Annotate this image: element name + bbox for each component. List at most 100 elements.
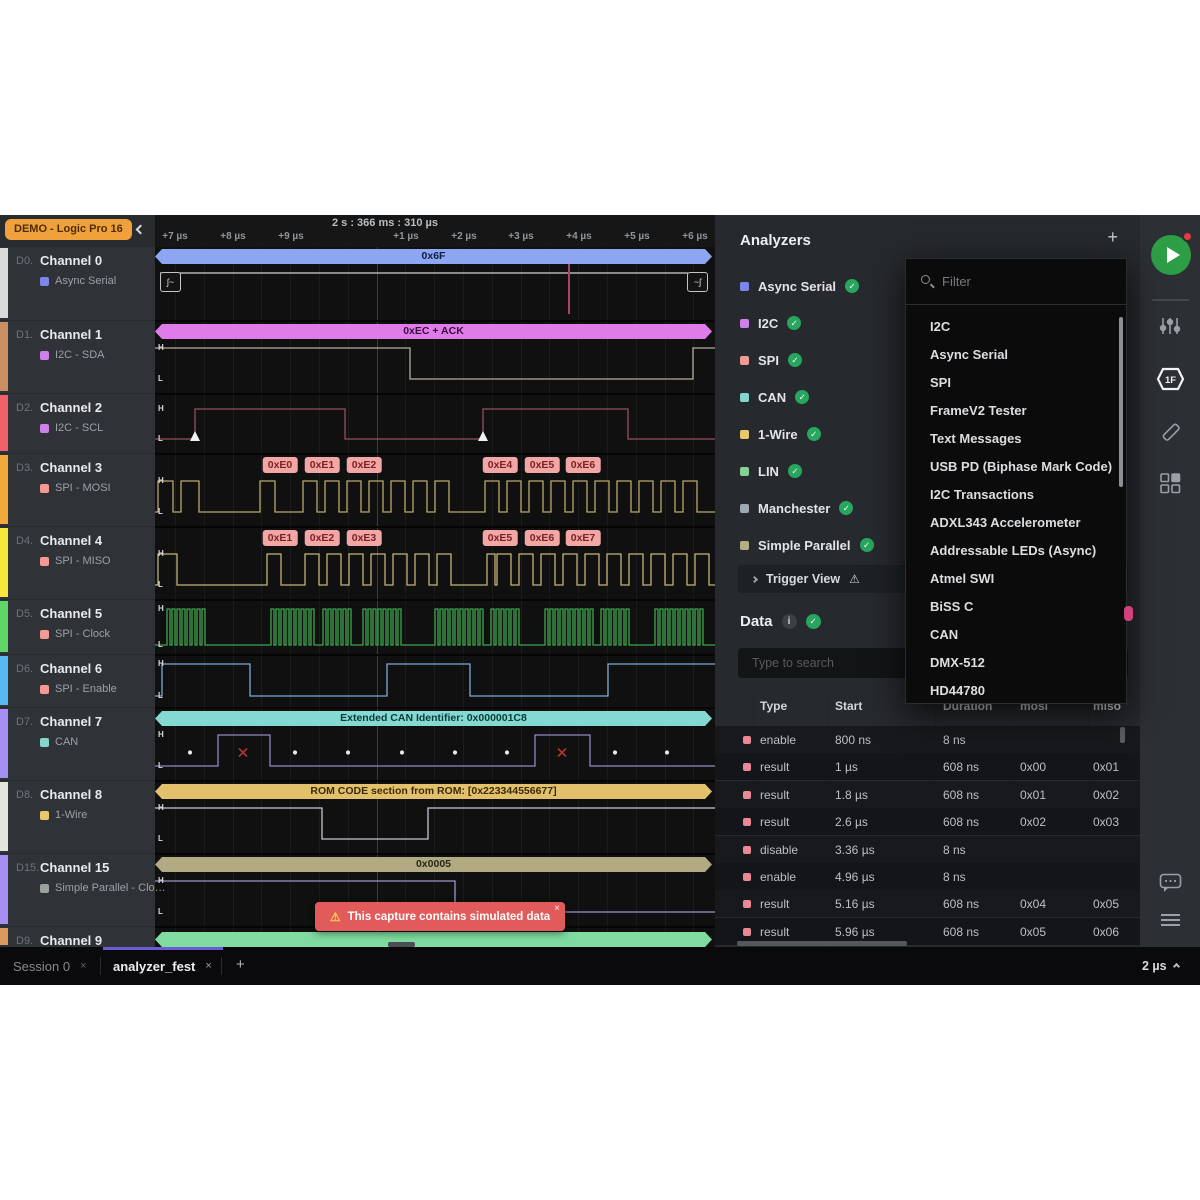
channel-sidebar-row-D8[interactable]: D8.Channel 81-Wire: [0, 780, 155, 853]
dropdown-item-framev2-tester[interactable]: FrameV2 Tester: [906, 397, 1121, 425]
dropdown-item-hd44780[interactable]: HD44780: [906, 677, 1121, 705]
add-analyzer-button[interactable]: +: [1107, 228, 1118, 246]
dropdown-item-async-serial[interactable]: Async Serial: [906, 341, 1121, 369]
channel-sidebar-row-D4[interactable]: D4.Channel 4SPI - MISO: [0, 526, 155, 599]
timeline-ruler[interactable]: 2 s : 366 ms : 310 µs +7 µs+8 µs+9 µs+1 …: [155, 215, 715, 247]
channel-track-D3[interactable]: 0xE00xE10xE20xE40xE50xE6HL: [155, 453, 715, 526]
channel-sidebar-row-D5[interactable]: D5.Channel 5SPI - Clock: [0, 599, 155, 654]
column-header-type[interactable]: Type: [760, 699, 787, 713]
tab-label: Session 0: [13, 959, 70, 974]
channel-track-D7[interactable]: Extended CAN Identifier: 0x000001C8HL: [155, 707, 715, 780]
new-tab-button[interactable]: +: [236, 956, 245, 973]
channel-sidebar-row-D1[interactable]: D1.Channel 1I2C - SDA: [0, 320, 155, 393]
toast-close-icon[interactable]: ×: [554, 903, 560, 914]
waveform-hscroll-thumb[interactable]: [388, 942, 415, 947]
byte-bubble[interactable]: 0xE4: [483, 457, 518, 473]
dropdown-item-text-messages[interactable]: Text Messages: [906, 425, 1121, 453]
dropdown-item-atmel-swi[interactable]: Atmel SWI: [906, 565, 1121, 593]
dropdown-scrollbar[interactable]: [1119, 317, 1123, 487]
byte-bubble[interactable]: 0xE6: [525, 530, 560, 546]
table-row[interactable]: result5.16 µs608 ns0x040x05: [715, 890, 1140, 917]
byte-bubble[interactable]: 0xE2: [305, 530, 340, 546]
tab-session-0[interactable]: Session 0 ×: [13, 947, 87, 985]
table-row[interactable]: disable3.36 µs8 ns: [715, 836, 1140, 863]
dropdown-item-biss-c[interactable]: BiSS C: [906, 593, 1121, 621]
dropdown-item-addressable-leds-async[interactable]: Addressable LEDs (Async): [906, 537, 1121, 565]
analyzer-item-label: Simple Parallel: [758, 538, 851, 553]
table-vscroll-thumb[interactable]: [1120, 727, 1125, 743]
collapse-sidebar-icon[interactable]: [136, 225, 146, 235]
channel-track-D8[interactable]: ROM CODE section from ROM: [0x2233445566…: [155, 780, 715, 853]
dropdown-item-dmx-512[interactable]: DMX-512: [906, 649, 1121, 677]
high-level-label: H: [158, 730, 164, 739]
byte-bubble[interactable]: 0xE1: [305, 457, 340, 473]
channel-sidebar-row-D9[interactable]: D9.Channel 9: [0, 926, 155, 947]
waveform-D6[interactable]: [155, 656, 715, 709]
annotation-bar-D15[interactable]: 0x0005: [155, 857, 712, 872]
bit-dot-marker: [346, 750, 350, 754]
device-1f-icon[interactable]: 1F: [1156, 367, 1185, 391]
channel-sidebar-row-D0[interactable]: D0.Channel 0Async Serial: [0, 247, 155, 320]
channel-sidebar-row-D3[interactable]: D3.Channel 3SPI - MOSI: [0, 453, 155, 526]
channel-sidebar-row-D6[interactable]: D6.Channel 6SPI - Enable: [0, 654, 155, 707]
channel-track-D6[interactable]: HL: [155, 654, 715, 707]
table-row[interactable]: result1.8 µs608 ns0x010x02: [715, 781, 1140, 808]
table-row[interactable]: result1 µs608 ns0x000x01: [715, 753, 1140, 780]
channel-sidebar-row-D15[interactable]: D15.Channel 15Simple Parallel - Clo…: [0, 853, 155, 926]
channel-track-D5[interactable]: HL: [155, 599, 715, 654]
info-icon[interactable]: i: [782, 614, 797, 629]
byte-bubble[interactable]: 0xE2: [347, 457, 382, 473]
column-header-start[interactable]: Start: [835, 699, 862, 713]
channel-analyzer-label: I2C - SCL: [55, 422, 103, 434]
table-hscroll-thumb[interactable]: [737, 941, 907, 946]
byte-bubble[interactable]: 0xE7: [566, 530, 601, 546]
dropdown-item-spi[interactable]: SPI: [906, 369, 1121, 397]
dropdown-item-adxl343-accelerometer[interactable]: ADXL343 Accelerometer: [906, 509, 1121, 537]
dropdown-item-i2c[interactable]: I2C: [906, 313, 1121, 341]
byte-bubble[interactable]: 0xE1: [263, 530, 298, 546]
analyzer-color-chip: [740, 467, 749, 476]
byte-bubble[interactable]: 0xE3: [347, 530, 382, 546]
measure-ruler-icon[interactable]: [1159, 419, 1183, 445]
timeline-tick: +8 µs: [220, 231, 246, 242]
dropdown-item-can[interactable]: CAN: [906, 621, 1121, 649]
channel-sidebar-row-D2[interactable]: D2.Channel 2I2C - SCL: [0, 393, 155, 453]
table-row[interactable]: result2.6 µs608 ns0x020x03: [715, 808, 1140, 835]
tab-analyzer-fest[interactable]: analyzer_fest×: [113, 947, 212, 985]
annotation-bar-D8[interactable]: ROM CODE section from ROM: [0x2233445566…: [155, 784, 712, 799]
waveform-D3[interactable]: [155, 455, 715, 528]
annotation-bar-D9[interactable]: [155, 932, 712, 947]
table-row[interactable]: enable800 ns8 ns: [715, 726, 1140, 753]
waveform-D5[interactable]: [155, 601, 715, 656]
annotation-bar-D1[interactable]: 0xEC + ACK: [155, 324, 712, 339]
demo-badge[interactable]: DEMO - Logic Pro 16: [5, 219, 132, 240]
channel-track-D0[interactable]: 0x6Fʃ~~ʃ: [155, 247, 715, 320]
start-capture-button[interactable]: [1151, 235, 1191, 275]
byte-bubble[interactable]: 0xE6: [566, 457, 601, 473]
byte-bubble[interactable]: 0xE5: [525, 457, 560, 473]
measurement-cursor[interactable]: [568, 264, 570, 314]
filter-input[interactable]: [940, 259, 1115, 304]
channel-sidebar-row-D7[interactable]: D7.Channel 7CAN: [0, 707, 155, 780]
waveform-D4[interactable]: [155, 528, 715, 601]
byte-bubble[interactable]: 0xE5: [483, 530, 518, 546]
frame-color-chip: [743, 928, 751, 936]
annotation-bar-D7[interactable]: Extended CAN Identifier: 0x000001C8: [155, 711, 712, 726]
table-row[interactable]: enable4.96 µs8 ns: [715, 863, 1140, 890]
tab-close-icon[interactable]: ×: [205, 960, 211, 972]
byte-bubble[interactable]: 0xE0: [263, 457, 298, 473]
channel-track-D2[interactable]: HL: [155, 393, 715, 453]
dropdown-item-usb-pd-biphase-mark-code[interactable]: USB PD (Biphase Mark Code): [906, 453, 1121, 481]
annotation-bar-D0[interactable]: 0x6F: [155, 249, 712, 264]
chat-feedback-icon[interactable]: [1159, 873, 1183, 895]
channel-track-D1[interactable]: 0xEC + ACKHL: [155, 320, 715, 393]
layout-grid-icon[interactable]: [1159, 472, 1181, 494]
menu-icon[interactable]: [1161, 914, 1180, 929]
dropdown-item-i2c-transactions[interactable]: I2C Transactions: [906, 481, 1121, 509]
bit-dot-marker: [400, 750, 404, 754]
channel-track-D4[interactable]: 0xE10xE20xE30xE50xE60xE7HL: [155, 526, 715, 599]
tab-close-icon[interactable]: ×: [80, 960, 86, 972]
waveform-D2[interactable]: [155, 395, 715, 455]
capture-settings-icon[interactable]: [1159, 316, 1181, 336]
zoom-level-control[interactable]: 2 µs: [1142, 947, 1179, 985]
